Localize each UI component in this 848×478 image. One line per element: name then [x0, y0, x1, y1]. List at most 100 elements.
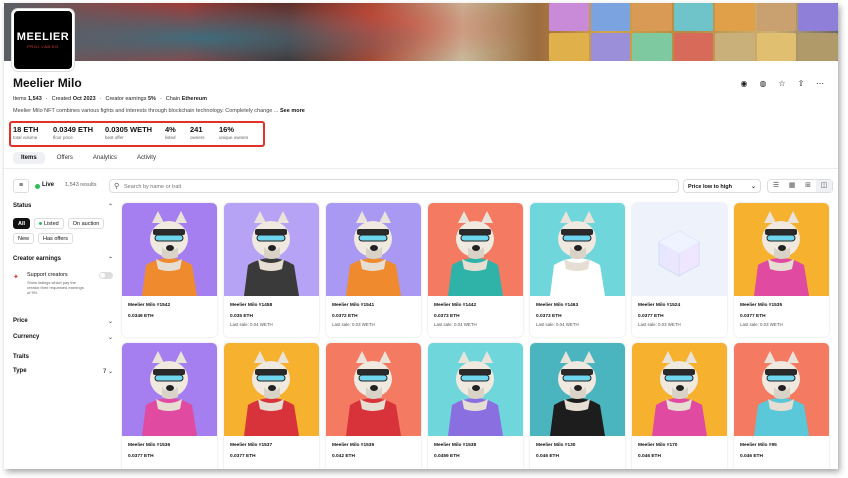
nft-price: 0.0459 ETH	[434, 454, 460, 459]
search-input[interactable]	[124, 181, 664, 192]
grid-small-view-icon[interactable]: ▦	[784, 180, 800, 192]
search-box: ⚲	[109, 179, 679, 193]
status-chips: All Listed On auction New Has offers	[13, 218, 113, 244]
chevron-up-icon: ⌃	[107, 257, 113, 263]
nft-price: 0.0373 ETH	[536, 314, 562, 319]
tabs-divider	[4, 168, 838, 169]
star-icon[interactable]: ☆	[777, 79, 787, 89]
more-icon[interactable]: ⋯	[815, 79, 825, 89]
tab-offers[interactable]: Offers	[49, 152, 81, 164]
chevron-down-icon: ⌄	[750, 184, 756, 190]
nft-price: 0.0377 ETH	[128, 454, 154, 459]
nft-price: 0.0349 ETH	[128, 314, 154, 319]
nft-image[interactable]	[632, 203, 727, 296]
nft-image[interactable]	[734, 343, 829, 436]
collection-description: Meelier Milo NFT combines various fights…	[13, 108, 305, 114]
nft-card[interactable]: Meelier Milo #1458 0.035 ETH Last sale: 0.…	[224, 203, 319, 337]
nft-image[interactable]	[632, 343, 727, 436]
filter-sidebar: Status ⌃ All Listed On auction New Has of…	[13, 203, 113, 380]
see-more-link[interactable]: See more	[280, 108, 305, 114]
meta-earnings: Creator earnings 5%	[105, 96, 156, 102]
discord-icon[interactable]: ◍	[758, 79, 768, 89]
nft-card[interactable]: Meelier Milo #1538 0.0459 ETH	[428, 343, 523, 469]
nft-image[interactable]	[122, 203, 217, 296]
nft-image[interactable]	[326, 203, 421, 296]
nft-name: Meelier Milo #1537	[230, 443, 273, 448]
nft-last-sale: Last sale: 0.04 WETH	[434, 322, 477, 327]
nft-price: 0.046 ETH	[638, 454, 661, 459]
nft-card[interactable]: Meelier Milo #1463 0.0373 ETH Last sale: 0…	[530, 203, 625, 337]
nft-last-sale: Last sale: 0.04 WETH	[536, 322, 579, 327]
list-view-icon[interactable]: ☰	[768, 180, 784, 192]
nft-price: 0.0373 ETH	[434, 314, 460, 319]
stat-total-volume: 18 ETH total volume	[13, 125, 39, 140]
nft-name: Meelier Milo #1524	[638, 303, 681, 308]
nft-image[interactable]	[122, 343, 217, 436]
nft-card[interactable]: Meelier Milo #1542 0.0349 ETH	[122, 203, 217, 337]
nft-card[interactable]: Meelier Milo #95 0.046 ETH	[734, 343, 829, 469]
collection-meta: Items 1,543 · Created Oct 2023 · Creator e…	[13, 96, 208, 102]
nft-image[interactable]	[224, 203, 319, 296]
toolbar: ≡ Live 1,543 results ⚲ Price low to high…	[13, 179, 833, 193]
nft-image[interactable]	[326, 343, 421, 436]
status-filter-header[interactable]: Status ⌃	[13, 203, 113, 215]
nft-card[interactable]: Meelier Milo #1537 0.0377 ETH	[224, 343, 319, 469]
nft-last-sale: Last sale: 0.03 WETH	[332, 322, 375, 327]
sort-select[interactable]: Price low to high ⌄	[683, 179, 761, 193]
nft-price: 0.0372 ETH	[332, 314, 358, 319]
nft-card[interactable]: Meelier Milo #1535 0.0377 ETH Last sale: 0…	[734, 203, 829, 337]
nft-name: Meelier Milo #95	[740, 443, 777, 448]
nft-card[interactable]: Meelier Milo #170 0.046 ETH	[632, 343, 727, 469]
nft-name: Meelier Milo #1458	[230, 303, 273, 308]
nft-image[interactable]	[224, 343, 319, 436]
nft-image[interactable]	[428, 203, 523, 296]
nft-card[interactable]: Meelier Milo #130 0.046 ETH	[530, 343, 625, 469]
nft-card[interactable]: Meelier Milo #1442 0.0373 ETH Last sale: 0…	[428, 203, 523, 337]
nft-price: 0.046 ETH	[536, 454, 559, 459]
collection-logo: MEELIER PROJ LAB ED	[12, 9, 74, 71]
tab-analytics[interactable]: Analytics	[85, 152, 125, 164]
status-chip-new[interactable]: New	[13, 233, 35, 244]
tab-items[interactable]: Items	[13, 152, 45, 164]
results-count: 1,543 results	[65, 182, 97, 188]
currency-filter-header[interactable]: Currency ⌄	[13, 334, 113, 346]
nft-image[interactable]	[530, 203, 625, 296]
status-chip-listed[interactable]: Listed	[34, 218, 64, 229]
nft-name: Meelier Milo #1442	[434, 303, 477, 308]
nft-price: 0.0377 ETH	[230, 454, 256, 459]
nft-image[interactable]	[734, 203, 829, 296]
support-creators-row: ✦ Support creators Show listings which p…	[13, 272, 113, 302]
globe-icon[interactable]: ◉	[739, 79, 749, 89]
filter-toggle-button[interactable]: ≡	[13, 179, 29, 193]
live-indicator-icon	[35, 184, 40, 189]
stat-best-offer: 0.0305 WETH best offer	[105, 125, 153, 140]
chevron-down-icon: ⌄	[107, 319, 113, 325]
tab-activity[interactable]: Activity	[129, 152, 164, 164]
nft-name: Meelier Milo #1463	[536, 303, 579, 308]
nft-card[interactable]: Meelier Milo #1536 0.0377 ETH	[122, 343, 217, 469]
creator-earnings-header[interactable]: Creator earnings ⌃	[13, 256, 113, 268]
live-label[interactable]: Live	[42, 182, 54, 188]
nft-card[interactable]: Meelier Milo #1524 0.0377 ETH Last sale: 0…	[632, 203, 727, 337]
nft-image[interactable]	[530, 343, 625, 436]
type-trait-filter[interactable]: Type 7 ⌄	[13, 368, 113, 380]
chevron-up-icon: ⌃	[107, 204, 113, 210]
nft-name: Meelier Milo #170	[638, 443, 678, 448]
collection-banner	[4, 3, 838, 61]
nft-card[interactable]: Meelier Milo #1541 0.0372 ETH Last sale: 0…	[326, 203, 421, 337]
grid-medium-view-icon[interactable]: ⊞	[800, 180, 816, 192]
price-filter-header[interactable]: Price ⌄	[13, 318, 113, 330]
grid-large-view-icon[interactable]: ◫	[816, 180, 832, 192]
nft-name: Meelier Milo #1542	[128, 303, 171, 308]
stat-listed: 4% listed	[165, 125, 176, 140]
nft-image[interactable]	[428, 343, 523, 436]
meta-created: Created Oct 2023	[51, 96, 96, 102]
nft-card[interactable]: Meelier Milo #1539 0.042 ETH	[326, 343, 421, 469]
support-creators-toggle[interactable]	[99, 272, 113, 279]
status-chip-all[interactable]: All	[13, 218, 31, 229]
share-icon[interactable]: ⇧	[796, 79, 806, 89]
status-chip-has-offers[interactable]: Has offers	[38, 233, 73, 244]
status-chip-on-auction[interactable]: On auction	[67, 218, 105, 229]
nft-last-sale: Last sale: 0.03 WETH	[740, 322, 783, 327]
meta-items: Items 1,543	[13, 96, 42, 102]
